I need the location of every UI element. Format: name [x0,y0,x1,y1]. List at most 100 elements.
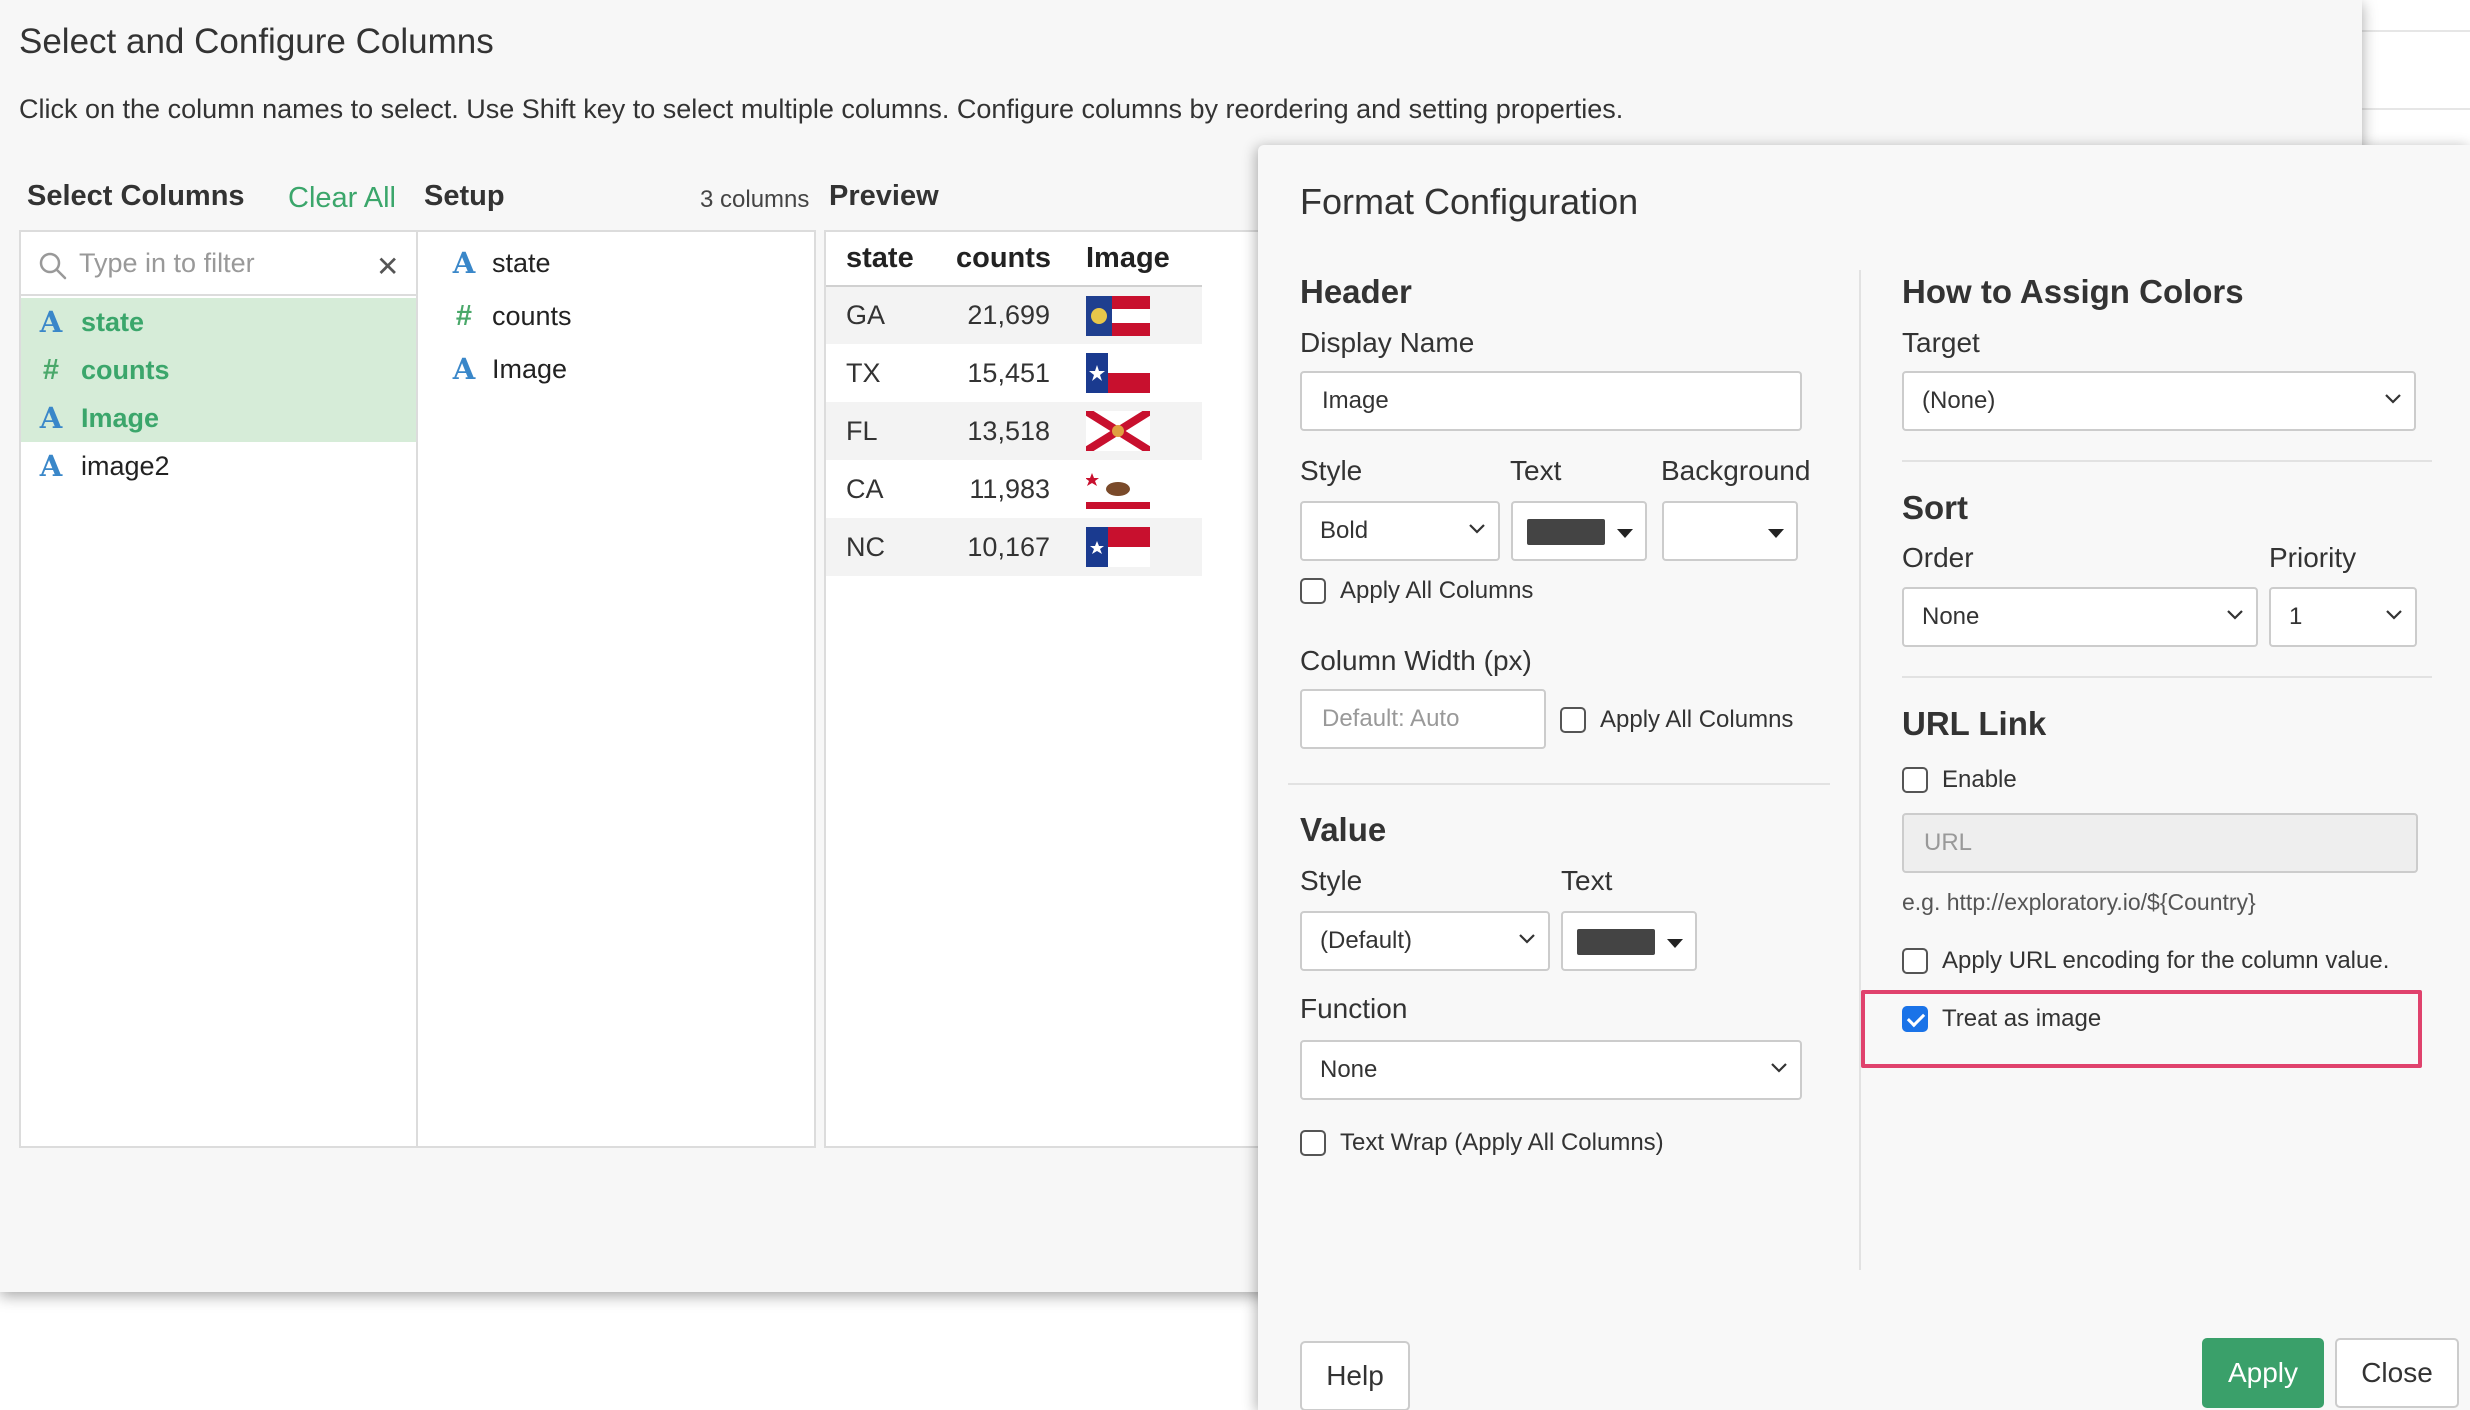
caret-down-icon [1667,939,1683,948]
help-button[interactable]: Help [1300,1341,1410,1410]
setup-item-label: state [492,247,551,278]
header-text-color-swatch [1527,519,1605,545]
preview-cell-state: TX [846,357,881,388]
column-item-label: image2 [81,450,170,481]
column-item-image2[interactable]: A image2 [21,442,416,490]
georgia-flag-image [1086,295,1150,336]
text-type-icon: A [39,449,63,483]
column-item-image[interactable]: A Image [21,394,416,442]
north-carolina-flag-image [1086,527,1150,567]
preview-cell-state: FL [826,402,946,460]
chevron-down-icon [2227,610,2243,620]
header-background-label: Background [1661,455,1811,486]
value-style-select[interactable]: (Default) [1300,911,1550,971]
target-value: (None) [1922,387,1996,414]
section-divider [1902,460,2432,462]
preview-cell-image [1066,518,1202,576]
chevron-down-icon [2386,610,2402,620]
column-width-input[interactable]: Default: Auto [1300,689,1546,749]
vertical-divider [1859,270,1861,1270]
url-enable-checkbox[interactable]: Enable [1902,766,2017,794]
preview-cell-image [1066,460,1202,518]
colors-section-heading: How to Assign Colors [1902,273,2244,310]
text-wrap-checkbox[interactable]: Text Wrap (Apply All Columns) [1300,1129,1664,1157]
value-text-color-picker[interactable] [1561,911,1697,971]
preview-cell-image [1066,402,1202,460]
setup-heading: Setup [424,180,505,212]
target-label: Target [1902,327,1980,358]
close-button[interactable]: Close [2335,1338,2459,1408]
url-input[interactable]: URL [1902,813,2418,873]
search-icon [39,252,67,285]
setup-item-label: counts [492,300,572,331]
width-apply-all-checkbox[interactable]: Apply All Columns [1560,706,1793,734]
column-item-counts[interactable]: # counts [21,346,416,394]
preview-cell-image [1066,344,1202,402]
display-name-input[interactable]: Image [1300,371,1802,431]
setup-item-counts[interactable]: # counts [418,291,814,341]
checkbox-label: Apply All Columns [1340,577,1534,604]
preview-heading: Preview [829,180,939,212]
column-item-state[interactable]: A state [21,298,416,346]
clear-all-link[interactable]: Clear All [288,182,396,215]
column-width-label: Column Width (px) [1300,645,1532,676]
format-dialog-title: Format Configuration [1300,181,1639,222]
value-style-label: Style [1300,865,1363,896]
checkbox[interactable] [1300,1130,1326,1156]
url-encoding-checkbox[interactable]: Apply URL encoding for the column value. [1902,947,2389,975]
display-name-label: Display Name [1300,327,1475,358]
background-divider [2360,108,2470,110]
filter-input[interactable] [79,242,369,284]
header-style-select[interactable]: Bold [1300,501,1500,561]
header-apply-all-checkbox[interactable]: Apply All Columns [1300,577,1533,605]
preview-cell-state: GA [826,286,946,344]
setup-item-state[interactable]: A state [418,238,814,288]
checkbox[interactable] [1902,948,1928,974]
setup-panel: A state # counts A Image [416,230,816,1148]
text-type-icon: A [452,352,476,386]
checkbox[interactable] [1560,707,1586,733]
preview-cell-counts: 21,699 [946,286,1066,344]
clear-filter-icon[interactable]: ✕ [376,250,399,283]
function-select[interactable]: None [1300,1040,1802,1100]
text-type-icon: A [39,305,63,339]
checkbox-label: Text Wrap (Apply All Columns) [1340,1129,1664,1156]
header-text-color-picker[interactable] [1511,501,1647,561]
california-flag-image [1086,469,1150,509]
preview-row: GA 21,699 [826,286,1202,344]
checkbox[interactable] [1902,767,1928,793]
value-section-heading: Value [1300,811,1387,848]
text-type-icon: A [452,246,476,280]
preview-cell-counts: 11,983 [969,473,1050,504]
order-value: None [1922,603,1980,630]
target-select[interactable]: (None) [1902,371,2416,431]
preview-table: state counts Image GA 21,699 TX 15,451 F… [826,232,1202,576]
apply-button[interactable]: Apply [2202,1338,2324,1408]
header-background-color-picker[interactable] [1662,501,1798,561]
background-divider [2360,30,2470,32]
order-label: Order [1902,542,1974,573]
section-divider [1902,676,2432,678]
priority-value: 1 [2289,603,2303,630]
section-divider [1288,783,1830,785]
url-section-heading: URL Link [1902,705,2047,742]
function-value: None [1320,1056,1378,1083]
preview-cell-image [1066,286,1202,344]
header-style-value: Bold [1320,517,1369,544]
priority-select[interactable]: 1 [2269,587,2417,647]
column-item-label: state [81,306,145,337]
header-style-label: Style [1300,455,1363,486]
preview-cell-state: NC [826,518,946,576]
preview-header-state: state [826,232,946,287]
url-example-hint: e.g. http://exploratory.io/${Country} [1902,889,2256,915]
sort-section-heading: Sort [1902,489,1968,526]
checkbox-label: Apply URL encoding for the column value. [1942,947,2390,974]
format-configuration-dialog: Format Configuration Header Display Name… [1258,145,2470,1410]
checkbox[interactable] [1300,578,1326,604]
preview-row: TX 15,451 [826,344,1202,402]
setup-item-image[interactable]: A Image [418,344,814,394]
header-section-heading: Header [1300,273,1412,310]
text-type-icon: A [39,401,63,435]
order-select[interactable]: None [1902,587,2258,647]
highlight-annotation [1861,990,2422,1068]
